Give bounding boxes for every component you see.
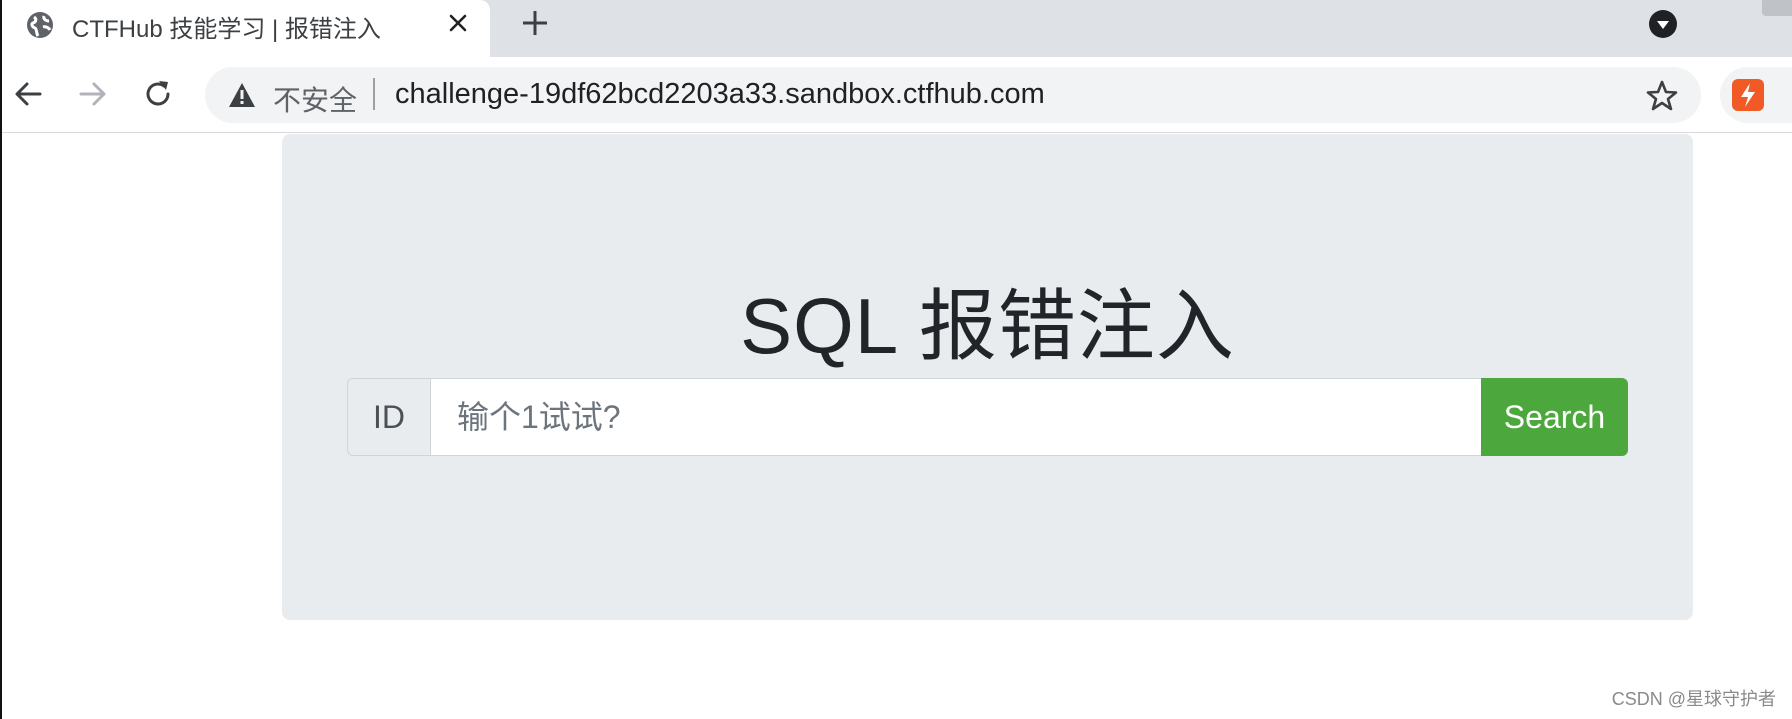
search-form: ID Search [347, 378, 1628, 456]
window-control[interactable] [1762, 0, 1792, 16]
omnibox-divider [373, 78, 375, 110]
arrow-right-icon[interactable] [75, 76, 111, 112]
browser-toolbar: 不安全 challenge-19df62bcd2203a33.sandbox.c… [0, 57, 1792, 133]
tab-active[interactable]: CTFHub 技能学习 | 报错注入 [0, 0, 490, 57]
security-status-label[interactable]: 不安全 [273, 79, 357, 119]
id-input[interactable] [431, 378, 1481, 456]
window-left-border [0, 0, 2, 719]
warning-triangle-icon[interactable] [227, 81, 257, 109]
chevron-down-circle-icon[interactable] [1647, 8, 1679, 40]
jumbotron-panel: SQL 报错注入 ID Search [282, 134, 1693, 620]
lightning-extension-icon[interactable] [1732, 79, 1764, 111]
tab-title: CTFHub 技能学习 | 报错注入 [72, 16, 381, 43]
url-text[interactable]: challenge-19df62bcd2203a33.sandbox.ctfhu… [395, 78, 1045, 111]
search-button[interactable]: Search [1481, 378, 1628, 456]
watermark-text: CSDN @星球守护者 [1611, 689, 1776, 709]
star-icon[interactable] [1645, 79, 1679, 113]
close-icon[interactable] [443, 8, 473, 38]
tab-strip: CTFHub 技能学习 | 报错注入 [0, 0, 1792, 57]
id-prefix-label: ID [347, 378, 431, 456]
extensions-area [1720, 67, 1792, 123]
reload-icon[interactable] [140, 76, 176, 112]
globe-icon [25, 10, 55, 40]
plus-icon[interactable] [518, 6, 552, 40]
address-bar[interactable]: 不安全 challenge-19df62bcd2203a33.sandbox.c… [205, 67, 1701, 123]
page-title: SQL 报错注入 [740, 282, 1235, 370]
arrow-left-icon[interactable] [10, 76, 46, 112]
